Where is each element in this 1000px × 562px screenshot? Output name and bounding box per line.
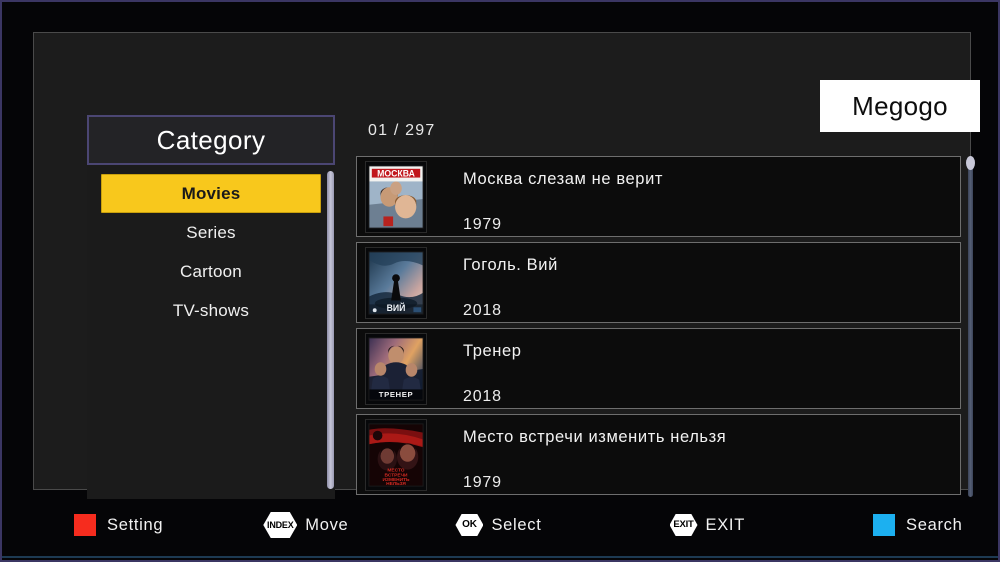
table-row[interactable]: ВИЙ Гоголь. Вий 2018 <box>356 242 961 323</box>
movie-list-scrollbar-thumb[interactable] <box>966 156 975 170</box>
bottom-toolbar: Setting INDEX Move OK Select EXIT EXIT S… <box>33 500 971 550</box>
toolbar-label: EXIT <box>705 515 745 534</box>
poster-thumbnail-gogol-viy: ВИЙ <box>365 247 427 319</box>
movie-list[interactable]: МОСКВА Москва слезам не верит 1979 ВИЙ Г… <box>356 156 961 501</box>
sidebar-item-label: Cartoon <box>180 261 242 281</box>
movie-title: Гоголь. Вий <box>463 256 558 274</box>
toolbar-label: Move <box>305 515 349 534</box>
category-scrollbar-thumb[interactable] <box>327 171 334 489</box>
red-square-key-icon <box>74 514 96 536</box>
megogo-logo: Megogo <box>820 80 980 132</box>
poster-thumbnail-mesto-vstrechi: МЕСТО ВСТРЕЧИ ИЗМЕНИТЬ НЕЛЬЗЯ <box>365 419 427 491</box>
sidebar-item-label: Movies <box>181 183 241 203</box>
index-hex-key-icon: INDEX <box>263 512 298 538</box>
category-scrollbar[interactable] <box>327 171 334 489</box>
svg-text:МОСКВА: МОСКВА <box>377 169 415 179</box>
movie-list-scrollbar[interactable] <box>966 156 975 501</box>
movie-year: 2018 <box>463 388 502 405</box>
content-area: 01 / 297 МОСКВА Москва слезам не верит 1… <box>356 115 975 501</box>
movie-year: 2018 <box>463 302 502 319</box>
toolbar-label: Setting <box>107 515 164 534</box>
sidebar-item-cartoon[interactable]: Cartoon <box>101 252 321 291</box>
list-counter: 01 / 297 <box>368 122 436 139</box>
poster-thumbnail-moskva: МОСКВА <box>365 161 427 233</box>
sidebar-item-series[interactable]: Series <box>101 213 321 252</box>
index-key-label: INDEX <box>267 519 294 530</box>
movie-title: Тренер <box>463 342 522 360</box>
sidebar-item-tv-shows[interactable]: TV-shows <box>101 291 321 330</box>
svg-text:ВИЙ: ВИЙ <box>387 302 406 313</box>
toolbar-label: Select <box>491 515 542 534</box>
ok-hex-key-icon: OK <box>455 514 484 536</box>
row-info: Место встречи изменить нельзя 1979 <box>427 415 960 494</box>
exit-key-label: EXIT <box>673 519 694 531</box>
toolbar-button-exit[interactable]: EXIT EXIT <box>669 500 745 550</box>
category-header-label: Category <box>156 124 266 155</box>
category-sidebar: Category Movies Series Cartoon TV-shows <box>87 115 335 499</box>
movie-year: 1979 <box>463 474 502 491</box>
row-info: Москва слезам не верит 1979 <box>427 157 960 236</box>
sidebar-item-movies[interactable]: Movies <box>101 174 321 213</box>
poster-thumbnail-trener: ТРЕНЕР <box>365 333 427 405</box>
category-list[interactable]: Movies Series Cartoon TV-shows <box>87 165 335 499</box>
exit-hex-key-icon: EXIT <box>669 514 698 536</box>
tv-app-screen: Megogo Category Movies Series Cartoon TV… <box>0 0 1000 562</box>
movie-list-scrollbar-track[interactable] <box>968 160 973 497</box>
table-row[interactable]: МЕСТО ВСТРЕЧИ ИЗМЕНИТЬ НЕЛЬЗЯ Место встр… <box>356 414 961 495</box>
toolbar-button-search[interactable]: Search <box>872 500 963 550</box>
sidebar-item-label: TV-shows <box>172 300 250 320</box>
main-panel: Megogo Category Movies Series Cartoon TV… <box>33 32 980 499</box>
movie-title: Место встречи изменить нельзя <box>463 428 727 446</box>
brand-label: Megogo <box>852 90 948 121</box>
table-row[interactable]: МОСКВА Москва слезам не верит 1979 <box>356 156 961 237</box>
ok-key-label: OK <box>462 519 477 530</box>
sidebar-item-label: Series <box>186 222 236 242</box>
row-info: Тренер 2018 <box>427 329 960 408</box>
movie-title: Москва слезам не верит <box>463 170 664 188</box>
row-info: Гоголь. Вий 2018 <box>427 243 960 322</box>
table-row[interactable]: ТРЕНЕР Тренер 2018 <box>356 328 961 409</box>
category-header: Category <box>87 115 335 165</box>
toolbar-button-setting[interactable]: Setting <box>74 500 163 550</box>
toolbar-label: Search <box>905 515 963 534</box>
svg-text:ТРЕНЕР: ТРЕНЕР <box>379 390 413 399</box>
blue-square-key-icon <box>872 514 895 536</box>
movie-year: 1979 <box>463 216 502 233</box>
toolbar-button-select[interactable]: OK Select <box>455 500 541 550</box>
toolbar-button-move[interactable]: INDEX Move <box>263 500 348 550</box>
